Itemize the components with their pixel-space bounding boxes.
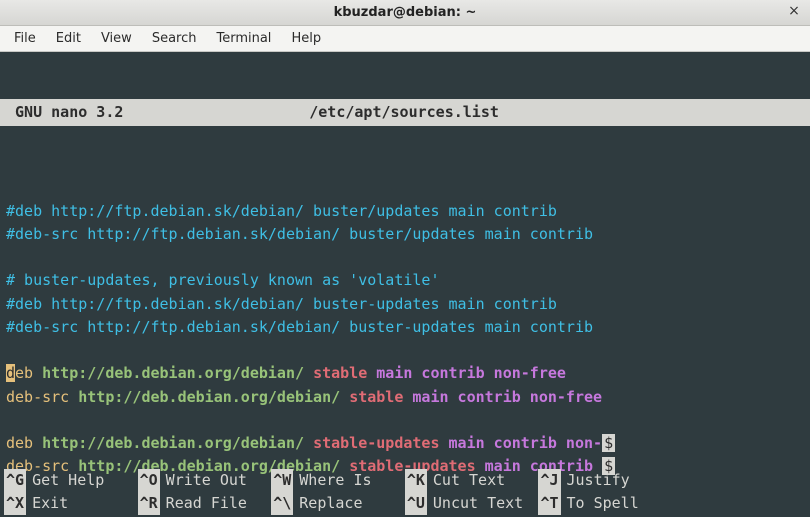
shortcut-where-is: ^WWhere Is (271, 469, 405, 492)
shortcut-key: ^X (4, 492, 26, 515)
shortcut-key: ^O (138, 469, 160, 492)
nano-shortcut-bar: ^GGet Help^OWrite Out^WWhere Is^KCut Tex… (0, 469, 810, 517)
shortcut-key: ^G (4, 469, 26, 492)
shortcut-desc: Justify (561, 469, 630, 492)
nano-header: GNU nano 3.2 /etc/apt/sources.list (0, 99, 810, 126)
menu-help[interactable]: Help (283, 28, 329, 49)
nano-editor-content[interactable]: #deb http://ftp.debian.sk/debian/ buster… (0, 172, 810, 512)
shortcut-desc: Write Out (160, 469, 247, 492)
editor-line: deb http://deb.debian.org/debian/ stable… (6, 362, 804, 385)
shortcut-desc: To Spell (561, 492, 639, 515)
menu-file[interactable]: File (6, 28, 44, 49)
shortcut-key: ^K (405, 469, 427, 492)
shortcut-desc: Where Is (293, 469, 371, 492)
shortcut-get-help: ^GGet Help (4, 469, 138, 492)
editor-line: #deb-src http://ftp.debian.sk/debian/ bu… (6, 223, 804, 246)
shortcut-key: ^U (405, 492, 427, 515)
close-icon[interactable]: × (786, 4, 802, 20)
shortcut-read-file: ^RRead File (138, 492, 272, 515)
terminal[interactable]: GNU nano 3.2 /etc/apt/sources.list #deb … (0, 52, 810, 517)
nano-app-name: GNU nano 3.2 (6, 101, 309, 124)
shortcut-desc: Read File (160, 492, 247, 515)
editor-line (6, 246, 804, 269)
shortcut-desc: Get Help (26, 469, 104, 492)
shortcut-write-out: ^OWrite Out (138, 469, 272, 492)
shortcut-to-spell: ^TTo Spell (538, 492, 672, 515)
editor-line: # buster-updates, previously known as 'v… (6, 269, 804, 292)
editor-line: deb-src http://deb.debian.org/debian/ st… (6, 386, 804, 409)
window-title: kbuzdar@debian: ~ (334, 5, 477, 20)
editor-line (6, 339, 804, 362)
editor-line: deb http://deb.debian.org/debian/ stable… (6, 432, 804, 455)
shortcut-replace: ^\Replace (271, 492, 405, 515)
menubar: FileEditViewSearchTerminalHelp (0, 26, 810, 52)
shortcut-desc: Exit (26, 492, 68, 515)
shortcut-row: ^GGet Help^OWrite Out^WWhere Is^KCut Tex… (4, 469, 806, 492)
shortcut-desc: Uncut Text (427, 492, 523, 515)
shortcut-key: ^W (271, 469, 293, 492)
menu-terminal[interactable]: Terminal (208, 28, 279, 49)
menu-view[interactable]: View (93, 28, 140, 49)
window-titlebar: kbuzdar@debian: ~ × (0, 0, 810, 26)
shortcut-key: ^J (538, 469, 560, 492)
menu-edit[interactable]: Edit (48, 28, 89, 49)
editor-line: #deb http://ftp.debian.sk/debian/ buster… (6, 293, 804, 316)
shortcut-justify: ^JJustify (538, 469, 672, 492)
menu-search[interactable]: Search (144, 28, 205, 49)
shortcut-desc: Cut Text (427, 469, 505, 492)
shortcut-key: ^T (538, 492, 560, 515)
nano-filename: /etc/apt/sources.list (309, 101, 804, 124)
shortcut-desc: Replace (293, 492, 362, 515)
shortcut-exit: ^XExit (4, 492, 138, 515)
editor-line: #deb http://ftp.debian.sk/debian/ buster… (6, 200, 804, 223)
shortcut-row: ^XExit^RRead File^\Replace^UUncut Text^T… (4, 492, 806, 515)
shortcut-key: ^\ (271, 492, 293, 515)
editor-line (6, 409, 804, 432)
shortcut-key: ^R (138, 492, 160, 515)
shortcut-cut-text: ^KCut Text (405, 469, 539, 492)
editor-line (6, 176, 804, 199)
shortcut-uncut-text: ^UUncut Text (405, 492, 539, 515)
editor-line: #deb-src http://ftp.debian.sk/debian/ bu… (6, 316, 804, 339)
